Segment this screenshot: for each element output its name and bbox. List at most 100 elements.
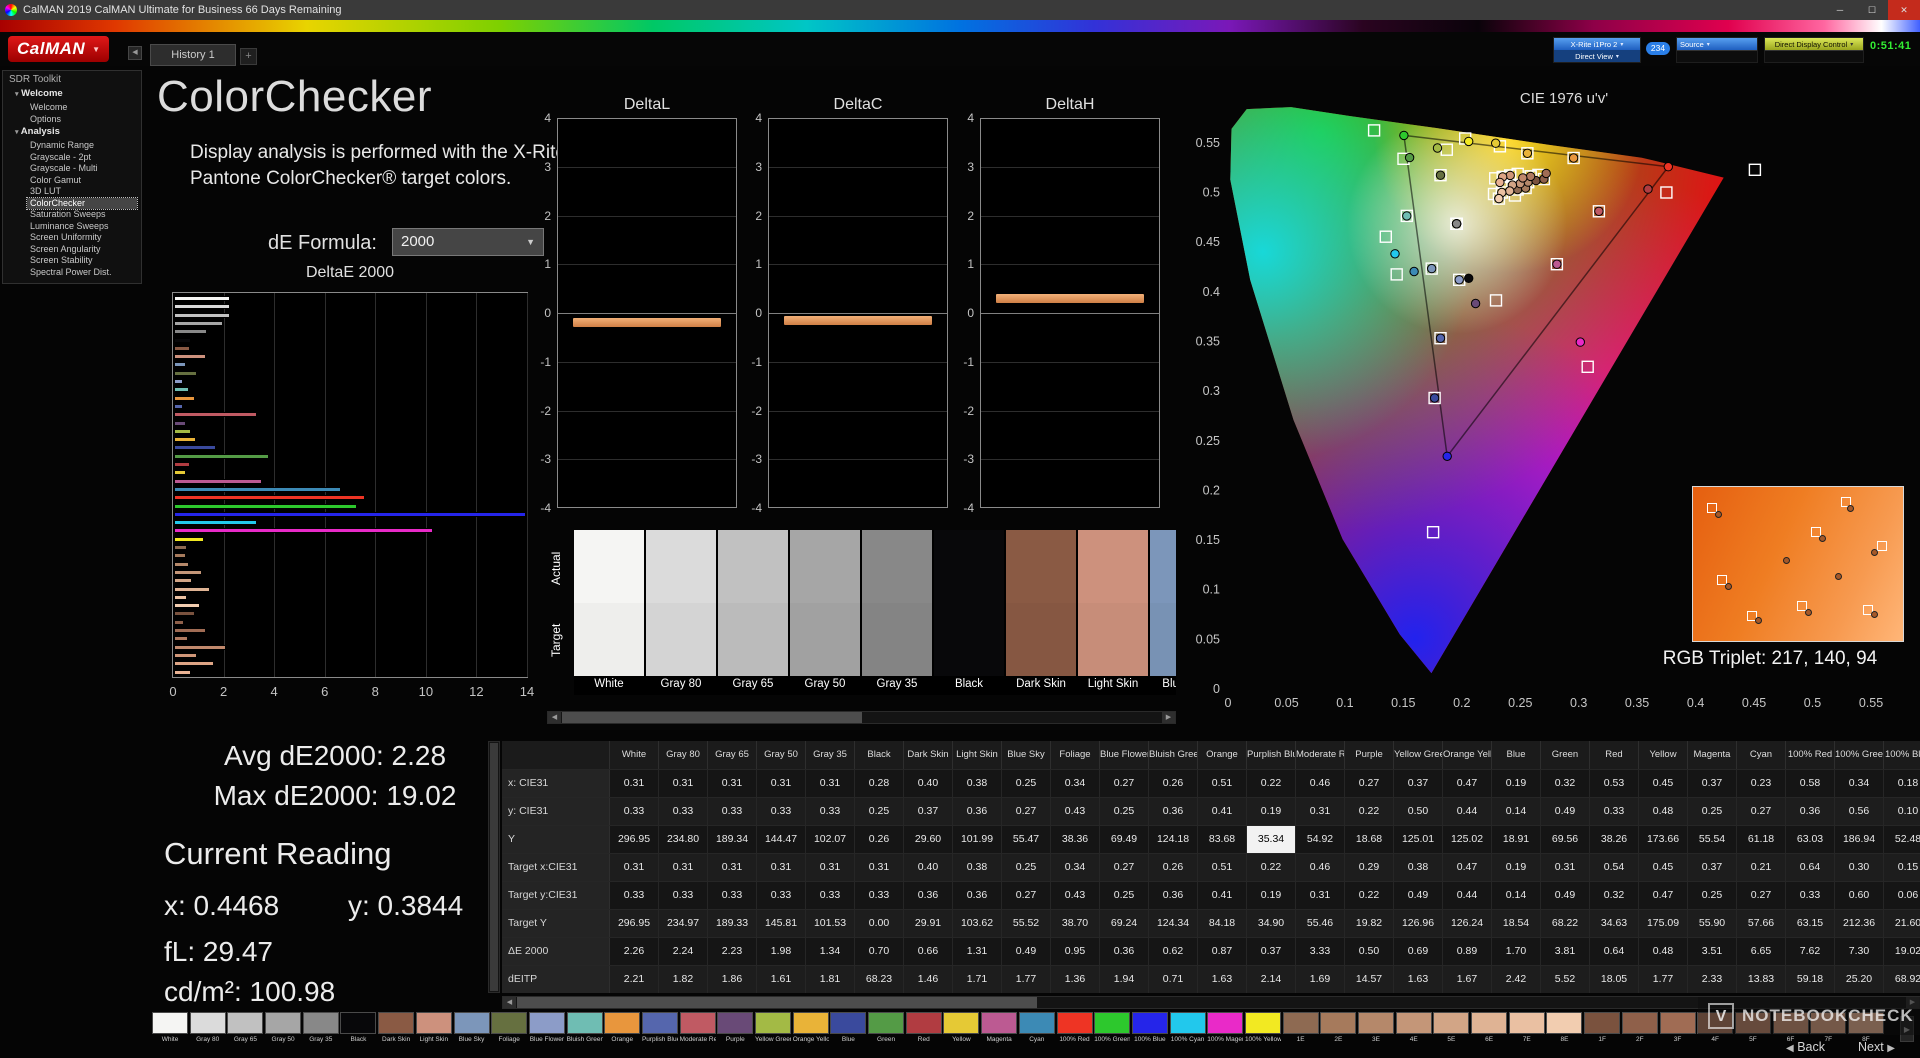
patch-magenta[interactable]: Magenta [981, 1012, 1018, 1052]
table-cell[interactable]: 0.33 [659, 882, 708, 909]
table-cell[interactable]: 1.77 [1002, 966, 1051, 993]
sidebar-item-welcome[interactable]: Welcome [27, 102, 137, 114]
table-cell[interactable]: 0.31 [757, 854, 806, 881]
patch-white[interactable]: White [152, 1012, 188, 1052]
table-cell[interactable]: 0.00 [855, 910, 904, 937]
table-cell[interactable]: 234.80 [659, 826, 708, 853]
table-cell[interactable]: 18.91 [1492, 826, 1541, 853]
table-cell[interactable]: 68.92 [1884, 966, 1920, 993]
add-tab-button[interactable]: + [240, 48, 257, 65]
sidebar-item-screen-uniformity[interactable]: Screen Uniformity [27, 232, 137, 244]
minimize-button[interactable]: ─ [1824, 0, 1856, 20]
table-cell[interactable]: 125.02 [1443, 826, 1492, 853]
column-header-black[interactable]: Black [855, 741, 904, 769]
column-header-moderate-red[interactable]: Moderate Red [1296, 741, 1345, 769]
table-cell[interactable]: 125.01 [1394, 826, 1443, 853]
table-cell[interactable]: 0.69 [1394, 938, 1443, 965]
patch-100-cyan[interactable]: 100% Cyan [1169, 1012, 1206, 1052]
column-header-blue-flower[interactable]: Blue Flower [1100, 741, 1149, 769]
scroll-left-arrow[interactable]: ◀ [503, 997, 516, 1008]
table-cell[interactable]: 0.31 [806, 854, 855, 881]
table-cell[interactable]: 0.14 [1492, 798, 1541, 825]
table-cell[interactable]: 1.63 [1198, 966, 1247, 993]
table-cell[interactable]: 1.69 [1296, 966, 1345, 993]
table-cell[interactable]: 0.95 [1051, 938, 1100, 965]
table-cell[interactable]: 0.25 [1688, 798, 1737, 825]
sidebar-item-3d-lut[interactable]: 3D LUT [27, 186, 137, 198]
table-cell[interactable]: 0.31 [757, 770, 806, 797]
patch-green[interactable]: Green [868, 1012, 905, 1052]
table-cell[interactable]: 0.47 [1639, 882, 1688, 909]
table-cell[interactable]: 0.31 [1296, 798, 1345, 825]
table-cell[interactable]: 55.47 [1002, 826, 1051, 853]
table-cell[interactable]: 69.24 [1100, 910, 1149, 937]
back-button[interactable]: ◀ Back [1786, 1040, 1825, 1054]
table-cell[interactable]: 212.36 [1835, 910, 1884, 937]
column-header-white[interactable]: White [610, 741, 659, 769]
patch-2f[interactable]: 2F [1621, 1012, 1658, 1052]
table-cell[interactable]: 0.64 [1590, 938, 1639, 965]
patch-bluish-green[interactable]: Bluish Green [566, 1012, 603, 1052]
table-cell[interactable]: 0.44 [1443, 882, 1492, 909]
table-cell[interactable]: 0.49 [1394, 882, 1443, 909]
patch-3f[interactable]: 3F [1659, 1012, 1696, 1052]
table-cell[interactable]: 18.05 [1590, 966, 1639, 993]
table-cell[interactable]: 0.51 [1198, 854, 1247, 881]
patch-8e[interactable]: 8E [1546, 1012, 1583, 1052]
table-cell[interactable]: 29.91 [904, 910, 953, 937]
table-cell[interactable]: 0.31 [659, 770, 708, 797]
table-cell[interactable]: 0.26 [1149, 770, 1198, 797]
table-cell[interactable]: 1.82 [659, 966, 708, 993]
column-header-blue-sky[interactable]: Blue Sky [1002, 741, 1051, 769]
patch-gray-80[interactable]: Gray 80 [189, 1012, 226, 1052]
table-cell[interactable]: 5.52 [1541, 966, 1590, 993]
table-cell[interactable]: 0.34 [1835, 770, 1884, 797]
patch-100-red[interactable]: 100% Red [1056, 1012, 1093, 1052]
table-cell[interactable]: 0.26 [855, 826, 904, 853]
sidebar-item-screen-stability[interactable]: Screen Stability [27, 255, 137, 267]
table-cell[interactable]: 1.36 [1051, 966, 1100, 993]
table-cell[interactable]: 61.18 [1737, 826, 1786, 853]
table-cell[interactable]: 0.37 [904, 798, 953, 825]
sidebar-item-options[interactable]: Options [27, 114, 137, 126]
column-header-purple[interactable]: Purple [1345, 741, 1394, 769]
calman-logo-menu[interactable]: CalMAN ▼ [8, 36, 110, 62]
sidebar-item-saturation-sweeps[interactable]: Saturation Sweeps [27, 209, 137, 221]
patch-100-blue[interactable]: 100% Blue [1131, 1012, 1168, 1052]
table-cell[interactable]: 0.37 [1247, 938, 1296, 965]
sidebar-collapse-button[interactable]: ◀ [128, 46, 142, 60]
table-cell[interactable]: 6.65 [1737, 938, 1786, 965]
table-cell[interactable]: 0.44 [1443, 798, 1492, 825]
table-cell[interactable]: 189.34 [708, 826, 757, 853]
patch-2e[interactable]: 2E [1320, 1012, 1357, 1052]
table-cell[interactable]: 2.21 [610, 966, 659, 993]
table-cell[interactable]: 0.19 [1247, 798, 1296, 825]
patch-moderate-red[interactable]: Moderate Red [679, 1012, 716, 1052]
swatch-blue-sky[interactable]: Blue Sky [1150, 530, 1176, 695]
table-cell[interactable]: 0.64 [1786, 854, 1835, 881]
table-cell[interactable]: 0.25 [1100, 798, 1149, 825]
table-cell[interactable]: 55.52 [1002, 910, 1051, 937]
table-cell[interactable]: 296.95 [610, 910, 659, 937]
table-cell[interactable]: 69.56 [1541, 826, 1590, 853]
table-cell[interactable]: 55.54 [1688, 826, 1737, 853]
table-cell[interactable]: 0.22 [1247, 854, 1296, 881]
table-cell[interactable]: 34.63 [1590, 910, 1639, 937]
table-cell[interactable]: 68.23 [855, 966, 904, 993]
table-cell[interactable]: 2.26 [610, 938, 659, 965]
de-formula-select[interactable]: 2000 ▼ [392, 228, 544, 256]
source-button[interactable]: Source ▾ [1677, 38, 1757, 50]
table-cell[interactable]: 0.50 [1394, 798, 1443, 825]
table-cell[interactable]: 0.43 [1051, 882, 1100, 909]
table-cell[interactable]: 0.22 [1345, 798, 1394, 825]
table-cell[interactable]: 0.49 [1541, 798, 1590, 825]
table-cell[interactable]: 0.34 [1051, 854, 1100, 881]
column-header-purplish-blue[interactable]: Purplish Blue [1247, 741, 1296, 769]
table-cell[interactable]: 0.33 [610, 882, 659, 909]
table-cell[interactable]: 0.36 [953, 798, 1002, 825]
table-cell[interactable]: 19.02 [1884, 938, 1920, 965]
table-cell[interactable]: 1.98 [757, 938, 806, 965]
table-cell[interactable]: 0.33 [1786, 882, 1835, 909]
table-cell[interactable]: 3.51 [1688, 938, 1737, 965]
source-dropdown[interactable] [1677, 50, 1757, 62]
